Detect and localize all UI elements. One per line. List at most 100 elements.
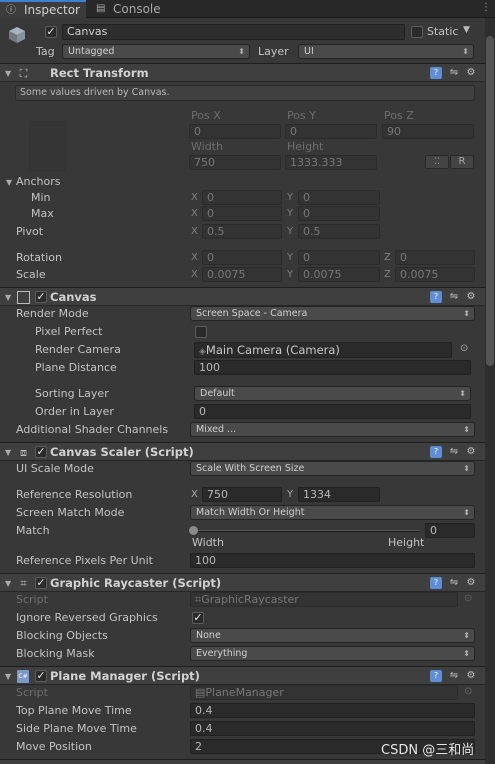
gear-icon[interactable]: ⚙ <box>465 670 477 682</box>
tab-console[interactable]: ▤ Console <box>88 0 168 18</box>
side-plane-move-time-field[interactable]: 0.4 <box>190 721 475 736</box>
reference-resolution-label: Reference Resolution <box>16 488 133 501</box>
gear-icon[interactable]: ⚙ <box>465 446 477 458</box>
gear-icon[interactable]: ⚙ <box>465 67 477 79</box>
order-in-layer-field[interactable]: 0 <box>194 404 471 419</box>
raycaster-script-label: Script <box>16 593 48 606</box>
sorting-layer-value: Default <box>200 388 235 399</box>
gameobject-name-input[interactable]: Canvas <box>62 24 405 40</box>
tab-inspector[interactable]: ⓘ Inspector <box>0 0 86 18</box>
pos-z-field[interactable]: 90 <box>382 124 474 139</box>
fold-arrow-icon[interactable]: ▼ <box>5 69 11 78</box>
canvas-scaler-header[interactable]: ▼ ⧈ ✓ Canvas Scaler (Script) ? ⇋ ⚙ <box>0 442 485 461</box>
graphic-raycaster-enabled-checkbox[interactable]: ✓ <box>35 577 47 589</box>
object-picker-icon[interactable]: ⊙ <box>460 343 468 354</box>
match-value-field[interactable]: 0 <box>425 523 475 538</box>
render-camera-field[interactable]: ◈Main Camera (Camera) <box>194 342 452 358</box>
scale-y-field[interactable]: 0.0075 <box>298 267 380 282</box>
rect-transform-header[interactable]: ▼ ⛶ Rect Transform ? ⇋ ⚙ <box>0 63 485 82</box>
fold-arrow-icon[interactable]: ▼ <box>5 293 11 302</box>
canvas-scaler-enabled-checkbox[interactable]: ✓ <box>35 446 47 458</box>
rotation-z-field[interactable]: 0 <box>395 250 475 265</box>
blocking-objects-label: Blocking Objects <box>16 629 108 642</box>
match-slider-track[interactable] <box>194 530 420 532</box>
preset-icon[interactable]: ⇋ <box>448 291 460 303</box>
plane-manager-header[interactable]: ▼ C# ✓ Plane Manager (Script) ? ⇋ ⚙ <box>0 666 485 685</box>
axis-y-label: Y <box>287 226 294 237</box>
pos-y-field[interactable]: 0 <box>285 124 377 139</box>
anchor-min-x-field[interactable]: 0 <box>202 190 282 205</box>
rotation-y-field[interactable]: 0 <box>298 250 380 265</box>
canvas-enabled-checkbox[interactable]: ✓ <box>35 291 47 303</box>
tab-menu-icon[interactable]: ⋮ <box>479 2 493 16</box>
fold-arrow-icon[interactable]: ▼ <box>6 178 12 187</box>
reference-ppu-field[interactable]: 100 <box>190 553 475 568</box>
layer-dropdown[interactable]: UI ⬍ <box>298 44 474 59</box>
reference-resolution-y-field[interactable]: 1334 <box>298 487 380 502</box>
pivot-y-field[interactable]: 0.5 <box>298 224 380 239</box>
pivot-label: Pivot <box>16 225 44 238</box>
canvas-header[interactable]: ▼ ✓ Canvas ? ⇋ ⚙ <box>0 287 485 306</box>
anchor-min-y-field[interactable]: 0 <box>298 190 380 205</box>
canvas-component-icon <box>17 291 30 304</box>
layer-value: UI <box>304 46 314 57</box>
anchor-presets-button[interactable] <box>29 121 66 171</box>
help-book-icon[interactable]: ? <box>430 291 442 303</box>
csharp-script-icon: C# <box>17 670 29 683</box>
fold-arrow-icon[interactable]: ▼ <box>5 579 11 588</box>
preset-icon[interactable]: ⇋ <box>448 670 460 682</box>
static-checkbox[interactable] <box>411 26 423 38</box>
sorting-layer-dropdown[interactable]: Default ⬍ <box>194 386 471 401</box>
scrollbar-thumb[interactable] <box>486 36 494 366</box>
reference-resolution-x-field[interactable]: 750 <box>202 487 282 502</box>
preset-icon[interactable]: ⇋ <box>448 446 460 458</box>
blocking-mask-dropdown[interactable]: Everything ⬍ <box>190 646 475 661</box>
move-position-label: Move Position <box>16 740 92 753</box>
preset-icon[interactable]: ⇋ <box>448 67 460 79</box>
match-slider-knob[interactable] <box>189 526 198 535</box>
top-plane-move-time-label: Top Plane Move Time <box>16 704 132 717</box>
fold-arrow-icon[interactable]: ▼ <box>5 448 11 457</box>
scale-x-field[interactable]: 0.0075 <box>202 267 282 282</box>
plane-manager-enabled-checkbox[interactable]: ✓ <box>35 670 47 682</box>
preset-icon[interactable]: ⇋ <box>448 577 460 589</box>
help-book-icon[interactable]: ? <box>430 577 442 589</box>
order-in-layer-label: Order in Layer <box>35 405 114 418</box>
axis-x-label: X <box>191 489 198 500</box>
scale-z-field[interactable]: 0.0075 <box>395 267 475 282</box>
fold-arrow-icon[interactable]: ▼ <box>5 672 11 681</box>
rotation-x-field[interactable]: 0 <box>202 250 282 265</box>
width-field[interactable]: 750 <box>189 155 281 170</box>
render-mode-dropdown[interactable]: Screen Space - Camera ⬍ <box>190 306 475 321</box>
blueprint-mode-button[interactable]: ⁚⁚ <box>425 155 449 169</box>
graphic-raycaster-header[interactable]: ▼ ⌗ ✓ Graphic Raycaster (Script) ? ⇋ ⚙ <box>0 573 485 592</box>
tab-bar: ⓘ Inspector ▤ Console ⋮ <box>0 0 495 18</box>
anchor-max-y-field[interactable]: 0 <box>298 206 380 221</box>
help-book-icon[interactable]: ? <box>430 670 442 682</box>
gameobject-active-checkbox[interactable]: ✓ <box>45 26 57 38</box>
screen-match-mode-dropdown[interactable]: Match Width Or Height ⬍ <box>190 505 475 520</box>
height-field[interactable]: 1333.333 <box>285 155 377 170</box>
ui-scale-mode-dropdown[interactable]: Scale With Screen Size ⬍ <box>190 461 475 476</box>
axis-y-label: Y <box>287 269 294 280</box>
ui-scale-mode-label: UI Scale Mode <box>16 462 94 475</box>
anchor-max-x-field[interactable]: 0 <box>202 206 282 221</box>
top-plane-move-time-field[interactable]: 0.4 <box>190 703 475 718</box>
console-icon: ▤ <box>96 3 106 14</box>
info-icon: ⓘ <box>6 5 16 16</box>
pivot-x-field[interactable]: 0.5 <box>202 224 282 239</box>
pos-x-field[interactable]: 0 <box>189 124 281 139</box>
gear-icon[interactable]: ⚙ <box>465 577 477 589</box>
help-book-icon[interactable]: ? <box>430 67 442 79</box>
tag-dropdown[interactable]: Untagged ⬍ <box>62 44 250 59</box>
static-dropdown-arrow-icon[interactable]: ▼ <box>463 25 470 35</box>
raw-edit-button[interactable]: R <box>450 155 474 169</box>
ignore-reversed-checkbox[interactable]: ✓ <box>192 612 204 624</box>
gear-icon[interactable]: ⚙ <box>465 291 477 303</box>
help-book-icon[interactable]: ? <box>430 446 442 458</box>
plane-distance-field[interactable]: 100 <box>194 360 471 375</box>
shader-channels-dropdown[interactable]: Mixed ... ⬍ <box>190 422 475 437</box>
render-mode-label: Render Mode <box>16 307 89 320</box>
pixel-perfect-checkbox[interactable] <box>195 326 207 338</box>
blocking-objects-dropdown[interactable]: None ⬍ <box>190 628 475 643</box>
